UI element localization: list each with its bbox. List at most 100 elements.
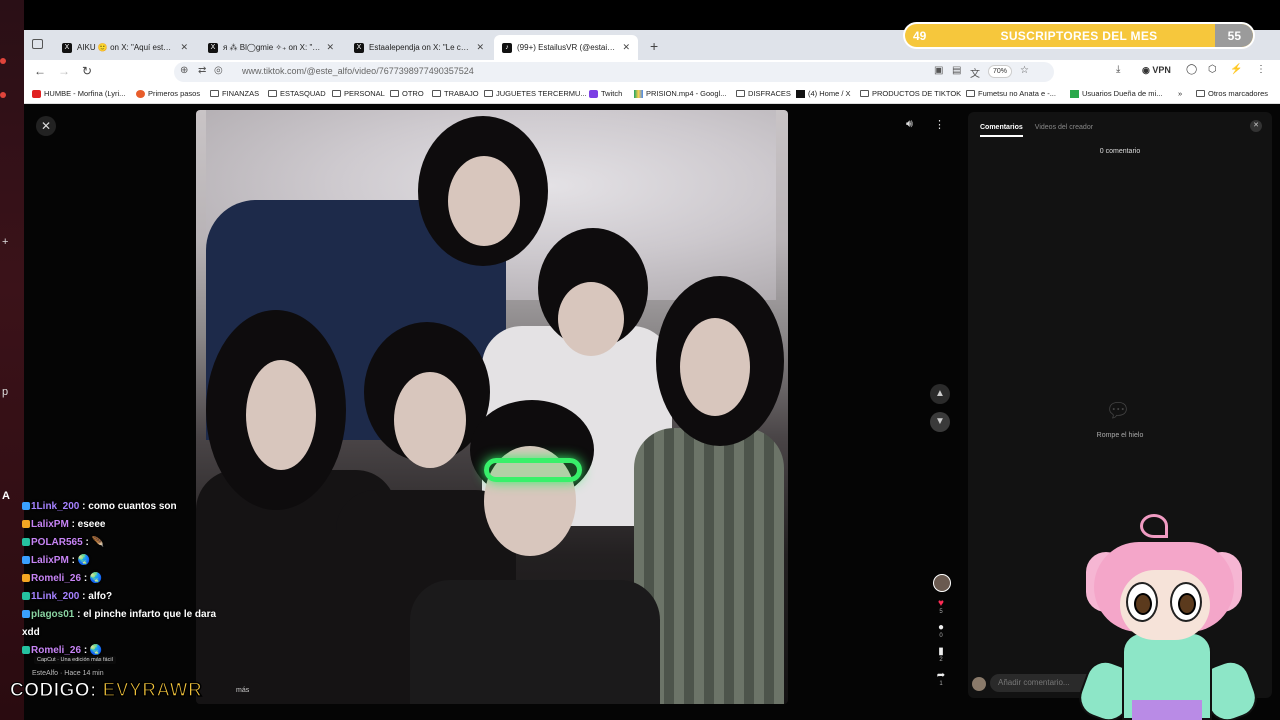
bookmark-item[interactable]: Twitch: [589, 89, 622, 98]
bookmark-item[interactable]: (4) Home / X: [796, 89, 851, 98]
bookmark-label: HUMBE - Morfina (Lyri...: [44, 89, 126, 98]
like-count: 5: [939, 609, 943, 615]
close-tab-icon[interactable]: ✕: [622, 42, 630, 53]
screenshot-icon[interactable]: ▣: [934, 65, 943, 76]
bookmark-item[interactable]: PRISION.mp4 - Googl...: [634, 89, 726, 98]
like-button[interactable]: ♥ 5: [932, 598, 950, 615]
volume-icon[interactable]: 🔊︎: [906, 118, 913, 131]
menu-icon[interactable]: ⋮: [1256, 64, 1266, 75]
chat-username[interactable]: Romeli_26: [31, 573, 81, 584]
tune-icon[interactable]: ⇄: [198, 65, 206, 76]
firefox-icon: [136, 89, 145, 98]
extensions-icon[interactable]: ⬡: [1208, 64, 1217, 75]
tab-comments[interactable]: Comentarios: [980, 124, 1023, 137]
more-link[interactable]: más: [236, 687, 249, 694]
close-video-icon[interactable]: ✕: [36, 116, 56, 136]
chat-username[interactable]: LalixPM: [31, 519, 69, 530]
more-bookmarks-icon[interactable]: »: [1178, 89, 1182, 98]
url-field[interactable]: ⊕ ⇄ ◎ www.tiktok.com/@este_alfo/video/76…: [174, 62, 1054, 82]
bookmark-item[interactable]: ESTASQUAD: [268, 89, 326, 98]
chat-username[interactable]: 1Link_200: [31, 501, 79, 512]
translate-icon[interactable]: 文: [970, 65, 980, 80]
extension-icon[interactable]: ⚡: [1230, 64, 1242, 75]
download-icon[interactable]: ⤓: [1116, 64, 1120, 75]
creator-avatar[interactable]: [933, 574, 951, 592]
site-info-icon[interactable]: ⊕: [180, 65, 188, 76]
video-player[interactable]: [196, 110, 788, 704]
tab-overview-icon[interactable]: [32, 39, 43, 49]
more-options-icon[interactable]: ⋮: [934, 118, 945, 131]
tab-4-active[interactable]: ♪ (99+) EstailusVR (@estailus ✕: [494, 35, 638, 60]
tab-3[interactable]: X Estaalependja on X: "Le cambie ✕: [346, 35, 492, 60]
new-tab-icon[interactable]: +: [650, 38, 658, 54]
chat-username[interactable]: 1Link_200: [31, 591, 79, 602]
bookmark-label: Fumetsu no Anata e -...: [978, 89, 1056, 98]
bookmark-item[interactable]: JUGUETES TERCERMU...: [484, 89, 587, 98]
forward-icon[interactable]: →: [58, 64, 70, 78]
bookmark-item[interactable]: OTRO: [390, 89, 424, 98]
tab-1[interactable]: X AIKU 🙂 on X: "Aquí está mi hu ✕: [54, 35, 196, 60]
chat-text: : 🌏: [71, 555, 91, 566]
vpn-button[interactable]: ◉ VPN: [1142, 65, 1171, 76]
bookmark-item[interactable]: Primeros pasos: [136, 89, 200, 98]
folder-icon: [484, 90, 493, 97]
p-glyph: p: [2, 386, 9, 398]
bookmark-star-icon[interactable]: ☆: [1020, 65, 1029, 76]
vtuber-avatar: [1073, 512, 1263, 720]
avatar-pupil: [1178, 593, 1196, 615]
bookmark-label: (4) Home / X: [808, 89, 851, 98]
person-face: [558, 282, 624, 356]
notification-dot: [0, 92, 6, 98]
tab-creator-videos[interactable]: Videos del creador: [1035, 124, 1093, 137]
folder-icon: [1196, 90, 1205, 97]
chat-username[interactable]: plagos01: [31, 609, 74, 620]
subscriber-goal: 55: [1227, 29, 1241, 43]
reload-icon[interactable]: ↻: [82, 64, 92, 78]
reader-icon[interactable]: ▤: [952, 65, 961, 76]
account-icon[interactable]: ◯: [1186, 64, 1197, 75]
zoom-level[interactable]: 70%: [988, 65, 1013, 78]
green-sunglasses: [484, 458, 582, 482]
person-face: [680, 318, 750, 416]
share-count: 1: [939, 681, 943, 687]
back-icon[interactable]: ←: [34, 64, 46, 78]
x-logo-icon: X: [208, 42, 218, 53]
chat-text: : el pinche infarto que le dara: [77, 609, 217, 620]
bookmark-label: Twitch: [601, 89, 623, 98]
empty-state-text: Rompe el hielo: [1096, 432, 1144, 439]
chat-username[interactable]: LalixPM: [31, 555, 69, 566]
chat-badge-icon: [22, 610, 30, 618]
a-glyph: A: [2, 490, 10, 502]
bookmark-item[interactable]: Usuarios Dueña de mi...: [1070, 89, 1162, 98]
comment-count: 0: [939, 633, 943, 639]
close-tab-icon[interactable]: ✕: [476, 42, 484, 53]
chat-message: xdd: [22, 624, 218, 642]
tab-2[interactable]: X ᴙ ⁂ Bl◯gmie ✧₊ on X: "Intro d ✕: [200, 35, 342, 60]
folder-icon: [390, 90, 399, 97]
chat-username[interactable]: POLAR565: [31, 537, 83, 548]
bookmark-item[interactable]: PRODUCTOS DE TIKTOK: [860, 89, 961, 98]
shield-icon[interactable]: ◎: [214, 65, 223, 76]
bookmark-item[interactable]: FINANZAS: [210, 89, 259, 98]
close-panel-icon[interactable]: ✕: [1250, 120, 1262, 132]
previous-video-icon[interactable]: ▲: [930, 384, 950, 404]
comment-count-label: 0 comentario: [1099, 148, 1141, 155]
avatar-hair-curl: [1140, 514, 1168, 538]
bookmark-item[interactable]: TRABAJO: [432, 89, 479, 98]
plus-icon[interactable]: +: [2, 236, 8, 248]
close-tab-icon[interactable]: ✕: [180, 42, 188, 53]
bookmark-item[interactable]: Otros marcadores: [1196, 89, 1268, 98]
user-avatar: [972, 677, 986, 691]
bookmark-label: TRABAJO: [444, 89, 479, 98]
comment-button[interactable]: ● 0: [932, 622, 950, 639]
bookmark-item[interactable]: PERSONAL: [332, 89, 385, 98]
chat-username[interactable]: Romeli_26: [31, 645, 81, 656]
share-button[interactable]: ➦ 1: [932, 670, 950, 687]
tiktok-logo-icon: ♪: [502, 42, 512, 53]
close-tab-icon[interactable]: ✕: [326, 42, 334, 53]
bookmark-item[interactable]: DISFRACES: [736, 89, 791, 98]
next-video-icon[interactable]: ▼: [930, 412, 950, 432]
bookmark-item[interactable]: Fumetsu no Anata e -...: [966, 89, 1056, 98]
save-button[interactable]: ▮ 2: [932, 646, 950, 663]
bookmark-item[interactable]: HUMBE - Morfina (Lyri...: [32, 89, 125, 98]
